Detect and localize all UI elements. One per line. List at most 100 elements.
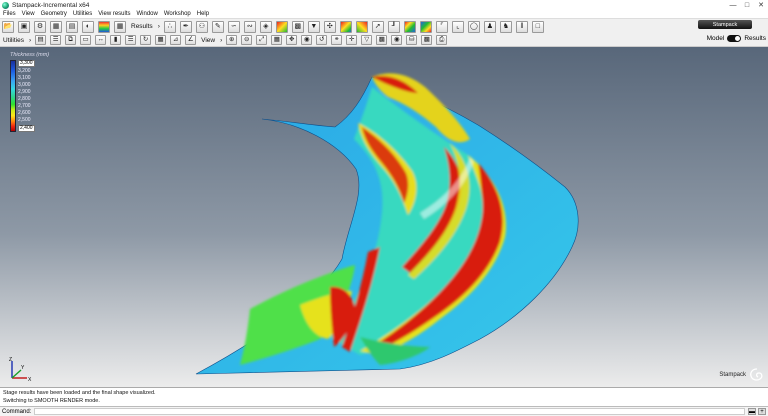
battery-icon[interactable]: ▮ [110, 35, 122, 45]
trim-line-icon[interactable]: ⌜ [435, 20, 448, 33]
properties-icon[interactable]: ▦ [50, 20, 62, 33]
view-tool-icon[interactable]: ◈ [259, 20, 272, 33]
camera-icon[interactable]: ◉ [301, 35, 313, 45]
rows-icon[interactable]: ☰ [125, 35, 137, 45]
model-mode-label[interactable]: Model [707, 35, 725, 42]
maximize-icon[interactable]: □ [740, 0, 754, 10]
axes-icon[interactable]: ⊿ [170, 35, 182, 45]
close-icon[interactable]: ✕ [754, 0, 768, 10]
view-chevron-icon[interactable]: › [220, 37, 222, 44]
stampack-swirl-icon [750, 368, 763, 381]
thickness-map-icon[interactable]: ▩ [291, 20, 304, 33]
open-folder-icon[interactable]: 📂 [2, 20, 14, 33]
shape-icon[interactable]: ▭ [80, 35, 92, 45]
save-icon[interactable]: ▣ [18, 20, 30, 33]
node-tool-icon[interactable]: ◯ [467, 20, 480, 33]
orbit-icon[interactable]: ⚭ [331, 35, 343, 45]
process-icon[interactable]: ◐ [82, 20, 94, 33]
window-title: Stampack-Incremental x64 [12, 1, 90, 9]
console-toggle-icon[interactable]: ▬ [748, 408, 756, 415]
results-mode-label[interactable]: Results [744, 35, 766, 42]
stamped-part-render [195, 73, 579, 375]
app-icon [2, 1, 9, 9]
draw-tool-icon[interactable]: ✎ [211, 20, 224, 33]
window-controls: — □ ✕ [726, 0, 768, 10]
expand-console-icon[interactable]: + [758, 408, 766, 415]
legend-tick: 2,600 [18, 110, 31, 116]
probe-tool-icon[interactable]: ✒ [179, 20, 192, 33]
legend-color-bar [10, 60, 16, 132]
grid-icon[interactable]: ▦ [114, 20, 126, 33]
3d-viewport[interactable]: Thickness (mm) 3,300 3,200 3,100 3,000 2… [0, 47, 768, 387]
formability-icon[interactable] [339, 20, 352, 33]
results-chevron-icon[interactable]: › [158, 23, 160, 30]
thinning-icon[interactable]: ▼ [307, 20, 320, 33]
section-cut-icon[interactable]: ┚ [387, 20, 400, 33]
utilities-tools: ▤ ☰ ⧉ ▭ ↔ ▮ ☰ ↻ ▦ ⊿ ∠ [33, 35, 198, 45]
legend-tick: 2,800 [18, 96, 31, 102]
curve-tool-icon[interactable]: ∽ [227, 20, 240, 33]
axis-triad-icon: Z X Y [9, 357, 32, 383]
legend-max-value[interactable]: 3,300 [18, 60, 35, 67]
print-icon[interactable]: ⎙ [436, 35, 448, 45]
blank-outline-icon[interactable]: ⌞ [451, 20, 464, 33]
layers-icon[interactable]: ☰ [50, 35, 62, 45]
rotate-view-icon[interactable]: ↺ [316, 35, 328, 45]
utilities-chevron-icon[interactable]: › [29, 37, 31, 44]
move-icon[interactable]: ✛ [346, 35, 358, 45]
copy-icon[interactable]: ⧉ [65, 35, 77, 45]
snapshot-icon[interactable]: ▩ [376, 35, 388, 45]
menu-window[interactable]: Window [134, 11, 161, 17]
settings-gear-icon[interactable]: ⚙ [34, 20, 46, 33]
zoom-out-icon[interactable]: ⊖ [241, 35, 253, 45]
pin-tool-icon[interactable]: ⚇ [195, 20, 208, 33]
console-message: Stage results have been loaded and the f… [3, 390, 156, 396]
forming-limit-icon[interactable] [275, 20, 288, 33]
database-icon[interactable]: ⛁ [406, 35, 418, 45]
command-input[interactable] [34, 408, 745, 415]
menu-help[interactable]: Help [194, 11, 212, 17]
menu-workshop[interactable]: Workshop [161, 11, 194, 17]
zoom-window-icon[interactable]: ▦ [271, 35, 283, 45]
angle-icon[interactable]: ∠ [185, 35, 197, 45]
scatter-tool-icon[interactable]: ∴ [163, 20, 176, 33]
mesh-icon[interactable]: ▦ [155, 35, 167, 45]
edge-tool-icon[interactable]: ∾ [243, 20, 256, 33]
legend-ticks: 3,300 3,200 3,100 3,000 2,900 2,800 2,70… [18, 60, 35, 132]
distance-icon[interactable]: ↔ [95, 35, 107, 45]
vertex-icon[interactable]: ▽ [361, 35, 373, 45]
springback-icon[interactable] [419, 20, 432, 33]
axis-y-label: Y [21, 365, 25, 371]
person-alt-tool-icon[interactable]: ♞ [499, 20, 512, 33]
menu-geometry[interactable]: Geometry [38, 11, 70, 17]
utilities-menu-label[interactable]: Utilities [3, 37, 24, 44]
minimize-icon[interactable]: — [726, 0, 740, 10]
strain-arrows-icon[interactable]: ➚ [371, 20, 384, 33]
material-stack-icon[interactable] [98, 20, 110, 33]
cube-icon[interactable]: ▩ [421, 35, 433, 45]
rotate-part-icon[interactable]: ↻ [140, 35, 152, 45]
mode-toggle[interactable] [727, 35, 742, 42]
menu-bar: Files View Geometry Utilities View resul… [0, 10, 768, 18]
table-icon[interactable]: ▤ [35, 35, 47, 45]
menu-utilities[interactable]: Utilities [70, 11, 95, 17]
fit-view-icon[interactable]: ⤢ [256, 35, 268, 45]
results-menu-label[interactable]: Results [131, 23, 153, 30]
zoom-in-icon[interactable]: ⊕ [226, 35, 238, 45]
model-results-switch[interactable]: Model Results [707, 35, 766, 42]
legend-min-value[interactable]: 2,400 [18, 125, 35, 132]
contact-icon[interactable] [403, 20, 416, 33]
wrinkling-icon[interactable] [355, 20, 368, 33]
stress-tensor-icon[interactable]: ✣ [323, 20, 336, 33]
person-tool-icon[interactable]: ♟ [483, 20, 496, 33]
view-menu-label[interactable]: View [201, 37, 215, 44]
menu-files[interactable]: Files [0, 11, 19, 17]
report-icon[interactable]: ▤ [66, 20, 78, 33]
columns-icon[interactable]: ‖ [515, 20, 528, 33]
menu-view-results[interactable]: View results [95, 11, 133, 17]
viewport-brand-text: Stampack [719, 372, 746, 378]
menu-view[interactable]: View [19, 11, 38, 17]
pan-icon[interactable]: ✥ [286, 35, 298, 45]
panel-icon[interactable]: □ [531, 20, 544, 33]
record-icon[interactable]: ◉ [391, 35, 403, 45]
